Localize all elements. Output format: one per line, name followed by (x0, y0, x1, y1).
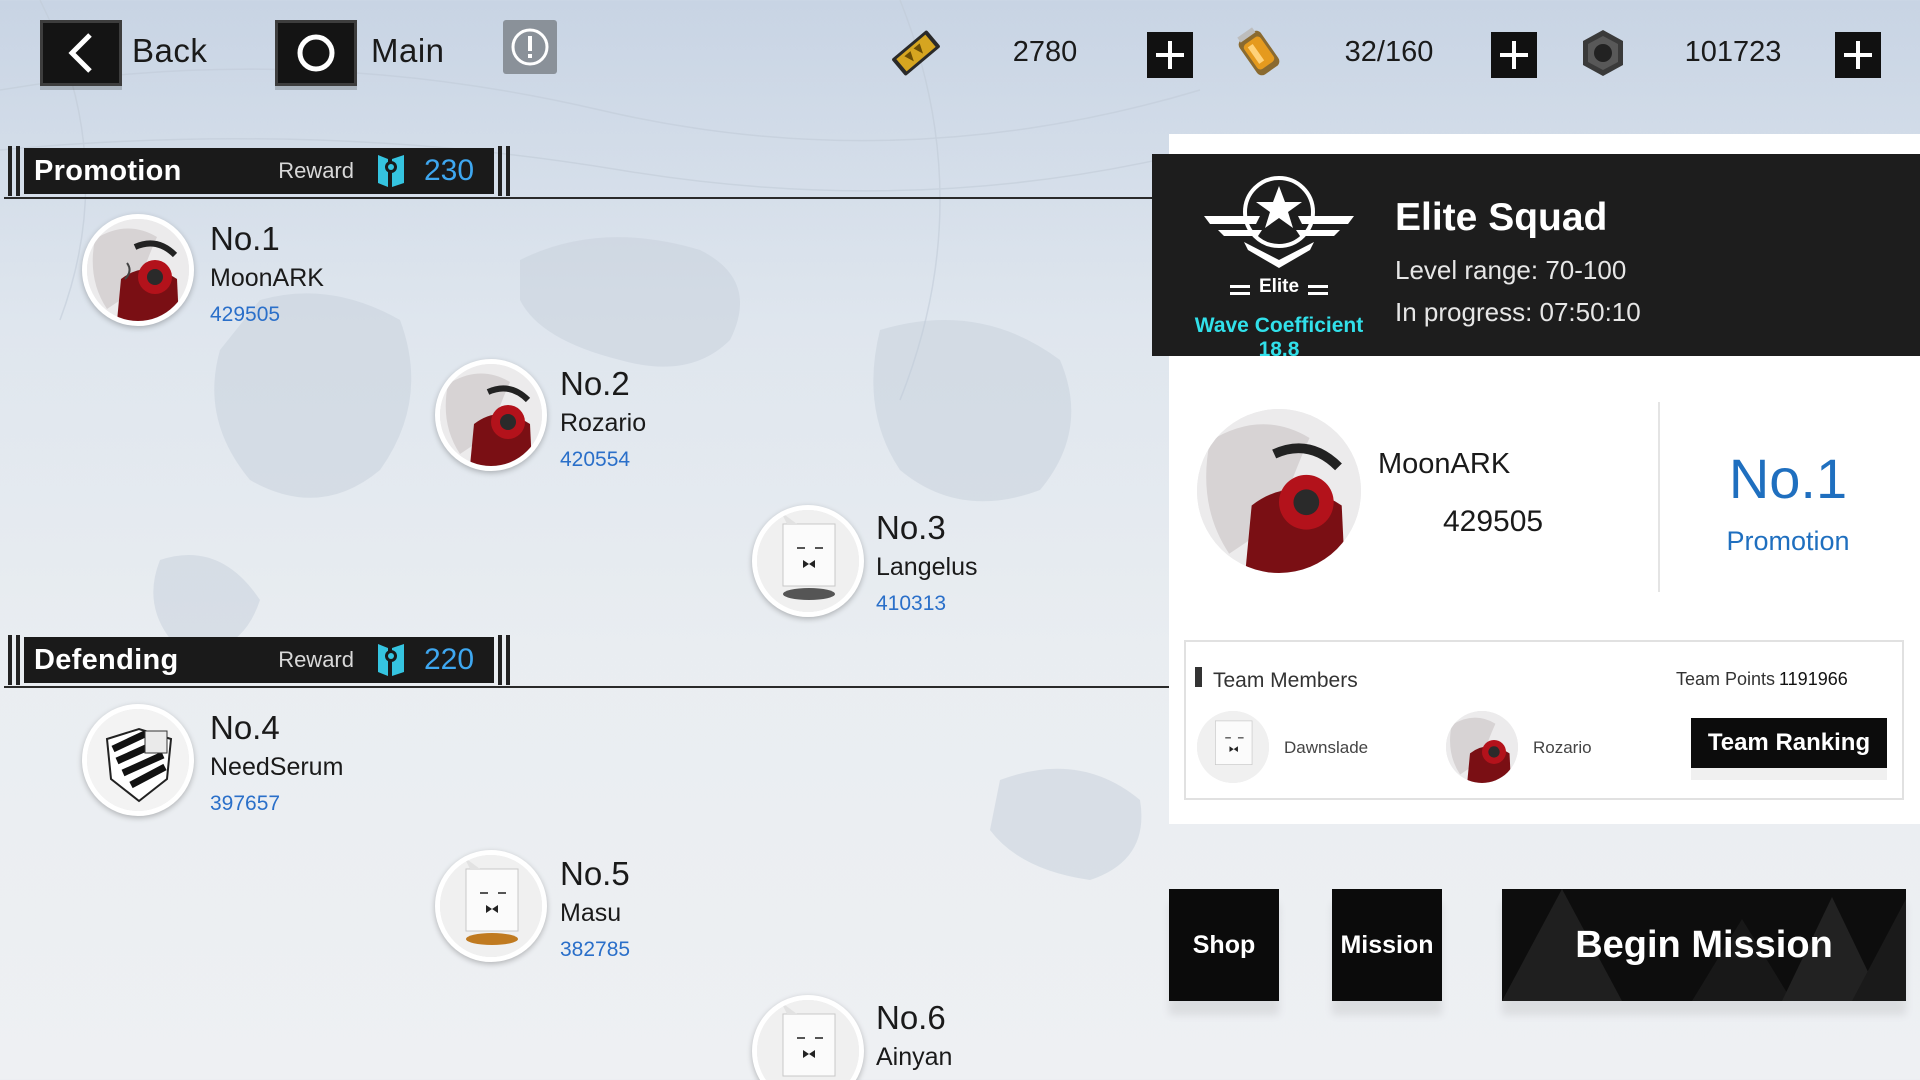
player-score: 420554 (560, 448, 631, 471)
back-button[interactable] (40, 20, 122, 86)
progress-timer: In progress: 07:50:10 (1395, 297, 1641, 327)
main-label[interactable]: Main (371, 32, 445, 70)
mission-button[interactable]: Mission (1332, 889, 1442, 1001)
reward-value: 230 (424, 154, 475, 187)
exclamation-icon (511, 28, 549, 66)
team-ranking-button[interactable]: Team Ranking (1691, 718, 1887, 768)
red-headphone-girl-avatar (440, 364, 542, 466)
begin-mission-button[interactable]: Begin Mission (1502, 889, 1906, 1001)
back-label[interactable]: Back (132, 32, 207, 70)
shop-button[interactable]: Shop (1169, 889, 1279, 1001)
resource-value: 101723 (1684, 36, 1782, 68)
reward-label: Reward (278, 647, 354, 672)
avatar[interactable] (752, 505, 864, 617)
add-resource-button[interactable] (1147, 32, 1193, 78)
section-banner: Defending Reward 220 (24, 637, 494, 683)
member-avatar[interactable] (1197, 711, 1269, 783)
rank-number: No.5 (560, 855, 630, 892)
divider-bars (8, 146, 20, 196)
my-rank: No.1 (1728, 447, 1848, 510)
team-points-value: 1191966 (1779, 669, 1848, 689)
team-members-title: Team Members (1213, 669, 1358, 692)
add-resource-button[interactable] (1491, 32, 1537, 78)
white-box-robot-avatar (1197, 711, 1269, 783)
member-name: Rozario (1533, 738, 1592, 757)
section-marker (1195, 667, 1202, 687)
player-name: Masu (560, 899, 622, 927)
elite-wings-icon (1204, 176, 1354, 268)
squad-title: Elite Squad (1395, 196, 1608, 239)
black-emblem-avatar (87, 709, 189, 811)
main-button[interactable] (275, 20, 357, 86)
player-name: NeedSerum (210, 753, 344, 781)
player-score: 429505 (210, 303, 281, 326)
avatar[interactable] (82, 704, 194, 816)
red-headphone-girl-avatar (1197, 409, 1361, 573)
circle-home-icon (297, 34, 335, 72)
divider-bars (498, 146, 510, 196)
ticket-icon (885, 22, 947, 84)
chevron-left-icon (68, 33, 92, 73)
reward-value: 220 (424, 643, 475, 676)
section-banner: Promotion Reward 230 (24, 148, 494, 194)
resource-value: 2780 (1012, 36, 1078, 68)
white-box-robot-avatar (757, 1000, 859, 1080)
my-score: 429505 (1443, 505, 1544, 538)
white-box-robot-avatar (757, 510, 859, 612)
dash-right-icon (1308, 285, 1328, 295)
my-tier: Promotion (1726, 526, 1850, 556)
player-score: 382785 (560, 938, 631, 961)
rank-number: No.3 (876, 509, 946, 546)
avatar[interactable] (435, 359, 547, 471)
member-avatar[interactable] (1446, 711, 1518, 783)
divider-bars (8, 635, 20, 685)
divider-bars (498, 635, 510, 685)
level-range: Level range: 70-100 (1395, 255, 1627, 285)
player-score: 397657 (210, 792, 281, 815)
avatar[interactable] (82, 214, 194, 326)
player-score: 410313 (876, 592, 947, 615)
hex-nut-icon (1572, 22, 1634, 84)
player-name: Langelus (876, 553, 978, 581)
reward-token-icon (378, 155, 404, 187)
section-title: Defending (34, 643, 179, 676)
section-title: Promotion (34, 154, 182, 187)
reward-token-icon (378, 644, 404, 676)
section-divider-line (4, 686, 1170, 688)
reward-label: Reward (278, 158, 354, 183)
my-name: MoonARK (1378, 448, 1511, 480)
info-button[interactable] (503, 20, 557, 74)
team-points-label: Team Points (1676, 669, 1776, 689)
my-avatar[interactable] (1197, 409, 1361, 573)
player-name: Rozario (560, 409, 647, 437)
rank-number: No.6 (876, 999, 946, 1036)
resource-value: 32/160 (1344, 36, 1434, 68)
promotion-section-header: Promotion Reward 230 (8, 146, 530, 196)
avatar[interactable] (435, 850, 547, 962)
rank-number: No.1 (210, 220, 280, 257)
begin-mission-label: Begin Mission (1575, 923, 1833, 966)
rank-number: No.2 (560, 365, 630, 402)
section-divider-line (4, 197, 1170, 199)
defending-section-header: Defending Reward 220 (8, 635, 530, 685)
wave-coefficient: Wave Coefficient 18.8 (1194, 314, 1364, 361)
red-headphone-girl-avatar (87, 219, 189, 321)
member-name: Dawnslade (1284, 738, 1369, 757)
add-resource-button[interactable] (1835, 32, 1881, 78)
player-name: MoonARK (210, 264, 324, 292)
red-headphone-girl-avatar (1446, 711, 1518, 783)
rank-number: No.4 (210, 709, 280, 746)
player-name: Ainyan (876, 1043, 953, 1071)
energy-canister-icon (1228, 22, 1290, 84)
avatar[interactable] (752, 995, 864, 1080)
white-box-robot-avatar (440, 855, 542, 957)
